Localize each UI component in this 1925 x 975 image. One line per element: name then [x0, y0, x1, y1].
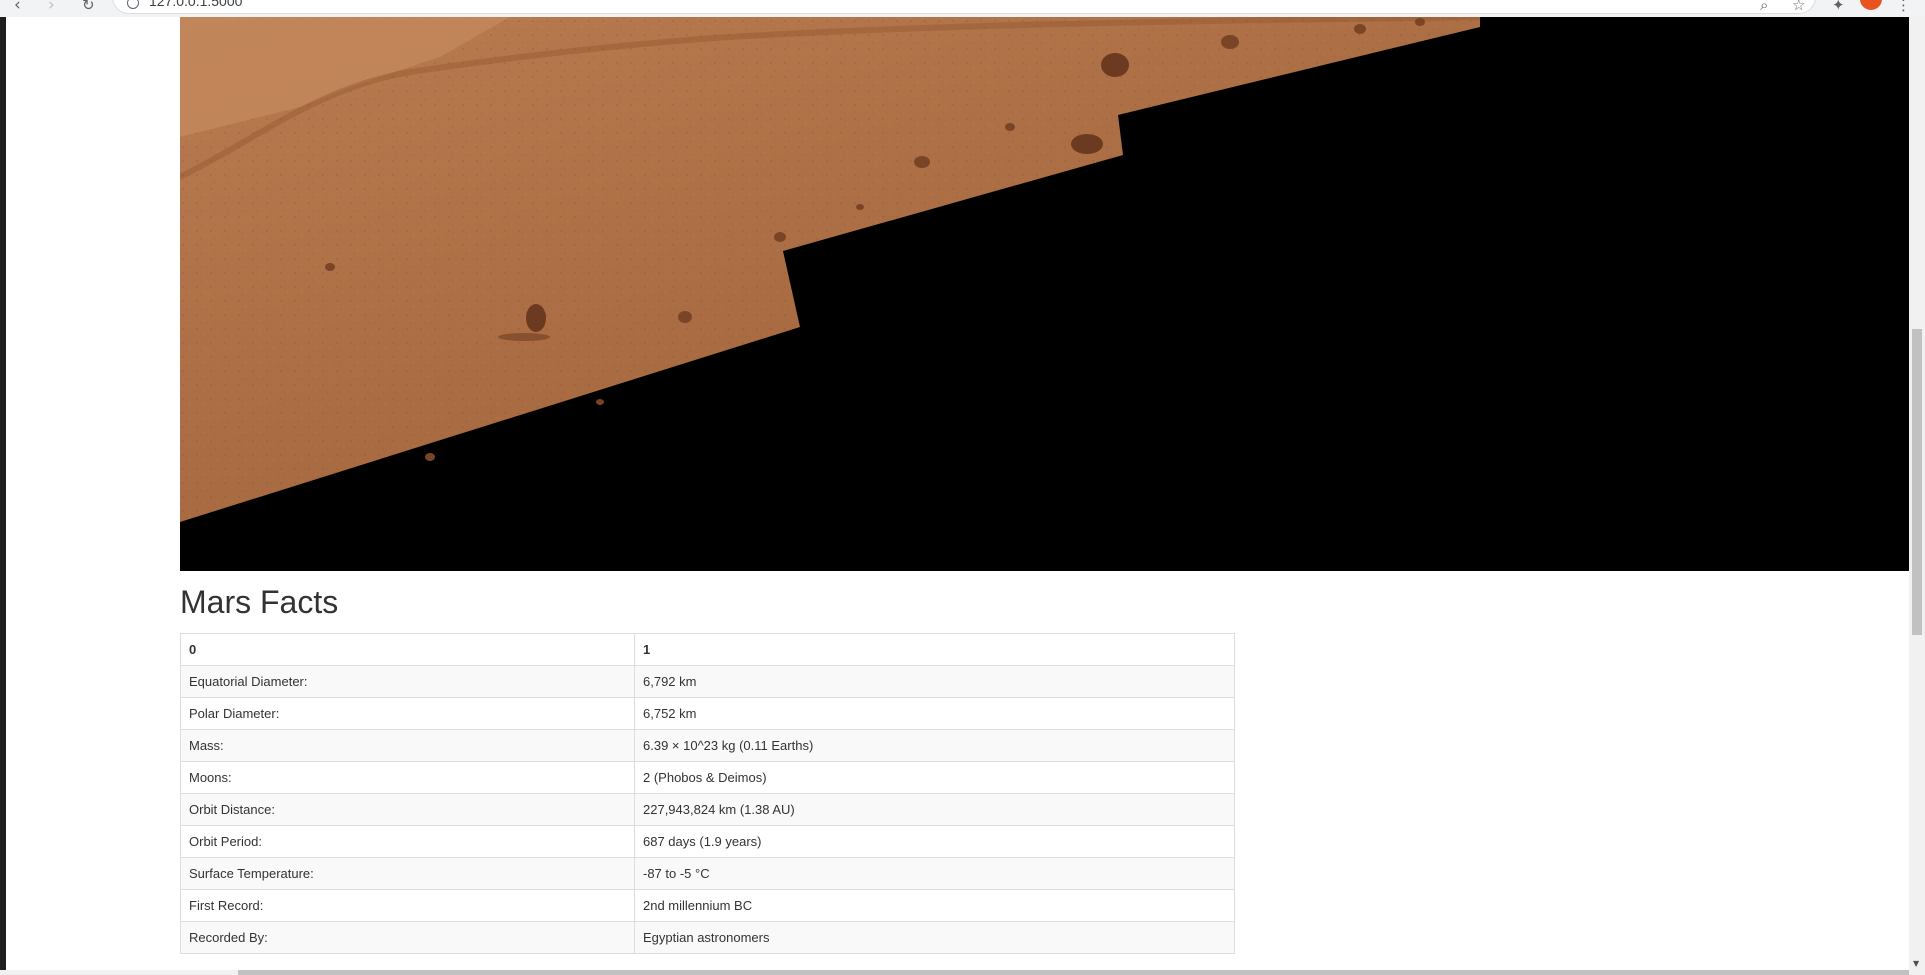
table-row: First Record: 2nd millennium BC	[180, 889, 1235, 922]
horizontal-scrollbar[interactable]	[0, 970, 1925, 975]
vertical-scrollbar[interactable]: ▼	[1909, 17, 1925, 970]
fact-value: -87 to -5 °C	[634, 857, 1235, 890]
fact-label: Moons:	[180, 761, 635, 794]
vertical-scrollbar-thumb[interactable]	[1912, 329, 1922, 635]
column-header: 0	[180, 633, 635, 666]
profile-avatar[interactable]	[1860, 0, 1882, 10]
back-icon[interactable]: ‹	[14, 0, 21, 15]
fact-label: First Record:	[180, 889, 635, 922]
fact-value: 6.39 × 10^23 kg (0.11 Earths)	[634, 729, 1235, 762]
scroll-down-arrow-icon[interactable]: ▼	[1913, 959, 1919, 968]
fact-label: Mass:	[180, 729, 635, 762]
fact-label: Equatorial Diameter:	[180, 665, 635, 698]
fact-value: 2nd millennium BC	[634, 889, 1235, 922]
table-row: Polar Diameter: 6,752 km	[180, 697, 1235, 730]
zoom-icon[interactable]: ⌕	[1760, 0, 1768, 14]
fact-value: 6,752 km	[634, 697, 1235, 730]
fact-value: 227,943,824 km (1.38 AU)	[634, 793, 1235, 826]
reload-icon[interactable]: ↻	[82, 0, 95, 14]
table-row: Moons: 2 (Phobos & Deimos)	[180, 761, 1235, 794]
page-content: Mars Facts 0 1 Equatorial Diameter: 6,79…	[6, 17, 1909, 970]
extensions-icon[interactable]: ✦	[1832, 0, 1845, 14]
fact-label: Polar Diameter:	[180, 697, 635, 730]
mars-facts-table: 0 1 Equatorial Diameter: 6,792 km Polar …	[180, 633, 1235, 954]
column-header: 1	[634, 633, 1235, 666]
site-info-icon[interactable]	[127, 0, 139, 9]
bookmark-star-icon[interactable]: ☆	[1792, 0, 1805, 14]
fact-label: Orbit Period:	[180, 825, 635, 858]
fact-value: 6,792 km	[634, 665, 1235, 698]
horizontal-scrollbar-thumb[interactable]	[238, 970, 1909, 975]
address-url[interactable]: 127.0.0.1:5000	[149, 0, 242, 9]
table-row: Surface Temperature: -87 to -5 °C	[180, 857, 1235, 890]
browser-menu-icon[interactable]: ⋮	[1896, 0, 1911, 14]
mars-facts-heading: Mars Facts	[180, 584, 339, 620]
table-row: Mass: 6.39 × 10^23 kg (0.11 Earths)	[180, 729, 1235, 762]
table-row: Equatorial Diameter: 6,792 km	[180, 665, 1235, 698]
fact-value: Egyptian astronomers	[634, 921, 1235, 954]
browser-toolbar: ‹ › ↻ 127.0.0.1:5000 ⌕ ☆ ✦ ⋮	[0, 0, 1925, 17]
fact-value: 2 (Phobos & Deimos)	[634, 761, 1235, 794]
mars-hero-image	[180, 17, 1909, 571]
table-row: Orbit Period: 687 days (1.9 years)	[180, 825, 1235, 858]
table-header-row: 0 1	[180, 633, 1235, 666]
address-bar[interactable]: 127.0.0.1:5000	[112, 0, 1816, 14]
forward-icon[interactable]: ›	[48, 0, 55, 15]
fact-value: 687 days (1.9 years)	[634, 825, 1235, 858]
fact-label: Orbit Distance:	[180, 793, 635, 826]
table-row: Recorded By: Egyptian astronomers	[180, 921, 1235, 954]
fact-label: Recorded By:	[180, 921, 635, 954]
table-row: Orbit Distance: 227,943,824 km (1.38 AU)	[180, 793, 1235, 826]
fact-label: Surface Temperature:	[180, 857, 635, 890]
mars-panorama-illustration	[180, 17, 1909, 571]
